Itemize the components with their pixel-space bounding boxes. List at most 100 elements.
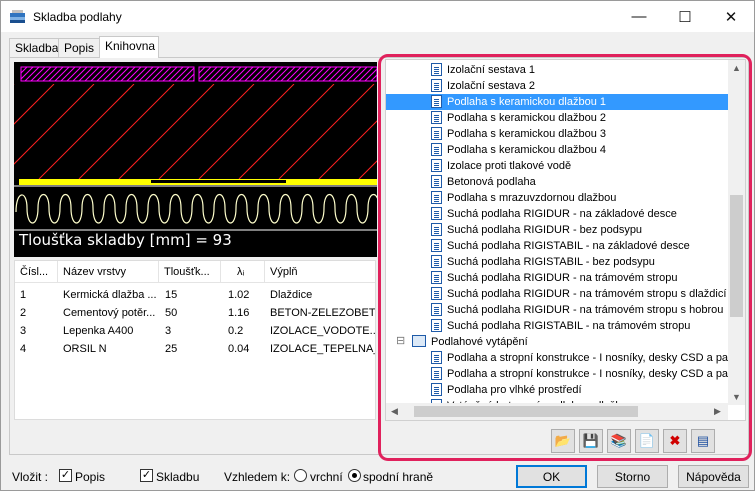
- bottom-edge-radio[interactable]: [348, 469, 361, 482]
- tab-popis[interactable]: Popis: [58, 38, 100, 57]
- tree-item-label: Izolační sestava 2: [447, 80, 536, 92]
- cell-fill: Dlaždice: [270, 289, 313, 301]
- collapse-toggle-icon[interactable]: ⊟: [396, 334, 405, 347]
- cell-lambda: 0.04: [228, 343, 250, 355]
- document-icon: [431, 159, 442, 172]
- scroll-left-icon[interactable]: ◀: [391, 406, 398, 417]
- document-icon: [431, 175, 442, 188]
- tree-item-label: Podlaha a stropní konstrukce - I nosníky…: [447, 368, 732, 380]
- save-button[interactable]: 💾: [579, 429, 603, 453]
- save-icon: 💾: [582, 433, 600, 448]
- tree-vertical-scrollbar[interactable]: ▲ ▼: [728, 60, 745, 405]
- new-document-button[interactable]: 📄: [635, 429, 659, 453]
- cell-number: 2: [20, 307, 27, 319]
- cell-lambda: 1.16: [228, 307, 250, 319]
- new-document-icon: 📄: [638, 433, 656, 448]
- ok-button[interactable]: OK: [516, 465, 587, 488]
- app-icon: [10, 10, 25, 23]
- concrete-layer: [14, 84, 377, 179]
- tree-horizontal-scrollbar[interactable]: ◀ ▶: [386, 403, 728, 420]
- column-header-fill[interactable]: Výplň: [265, 261, 375, 283]
- scroll-up-icon[interactable]: ▲: [732, 63, 741, 73]
- document-icon: [431, 79, 442, 92]
- close-button[interactable]: ✕: [708, 1, 754, 32]
- tree-item[interactable]: Podlaha s keramickou dlažbou 1: [386, 94, 728, 110]
- scroll-right-icon[interactable]: ▶: [714, 406, 721, 417]
- floor-composition-dialog: Skladba podlahy — ☐ ✕ Skladba Popis Knih…: [0, 0, 755, 491]
- document-icon: [431, 207, 442, 220]
- properties-icon: ▤: [696, 433, 710, 448]
- skladbu-checkbox-label[interactable]: Skladbu: [156, 470, 199, 484]
- library-button[interactable]: 📚: [607, 429, 631, 453]
- document-icon: [431, 271, 442, 284]
- library-icon: 📚: [610, 433, 628, 448]
- tree-item-label: Podlaha pro vlhké prostředí: [447, 384, 582, 396]
- column-header-number[interactable]: Čísl...: [15, 261, 58, 283]
- cell-fill: BETON-ZELEZOBET...: [270, 307, 376, 319]
- tree-item-label: Izolace proti tlakové vodě: [447, 160, 572, 172]
- document-icon: [431, 303, 442, 316]
- document-icon: [431, 351, 442, 364]
- document-icon: [431, 223, 442, 236]
- tab-skladba[interactable]: Skladba: [9, 38, 59, 57]
- bottom-edge-label[interactable]: spodní hraně: [363, 470, 433, 484]
- column-header-lambda[interactable]: λᵢ: [221, 261, 265, 283]
- open-folder-button[interactable]: 📂: [551, 429, 575, 453]
- delete-icon: ✖: [669, 433, 681, 448]
- table-row[interactable]: 3 Lepenka A400 3 0.2 IZOLACE_VODOTE...: [15, 324, 376, 340]
- tree-item-label: Podlaha s keramickou dlažbou 2: [447, 112, 606, 124]
- cell-layer-name: Cementový potěr...: [63, 307, 156, 319]
- cell-fill: IZOLACE_VODOTE...: [270, 325, 376, 337]
- delete-button[interactable]: ✖: [663, 429, 687, 453]
- tree-item-label: Suchá podlaha RIGIDUR - bez podsypu: [447, 224, 643, 236]
- tree-item-label: Podlaha a stropní konstrukce - I nosníky…: [447, 352, 732, 364]
- library-tree[interactable]: Izolační sestava 1 Izolační sestava 2 Podl…: [385, 59, 746, 421]
- table-row[interactable]: 1 Kermická dlažba ... 15 1.02 Dlaždice: [15, 288, 375, 304]
- cell-number: 3: [20, 325, 27, 337]
- popis-checkbox[interactable]: ✓: [59, 469, 72, 482]
- book-folder-icon: [412, 335, 426, 347]
- tree-item-label: Suchá podlaha RIGISTABIL - na základové …: [447, 240, 690, 252]
- cancel-button[interactable]: Storno: [597, 465, 668, 488]
- tree-item-label: Suchá podlaha RIGIDUR - na základové des…: [447, 208, 677, 220]
- top-edge-radio[interactable]: [294, 469, 307, 482]
- insulation-layer: [15, 193, 377, 224]
- membrane-layer: [19, 179, 377, 185]
- popis-checkbox-label[interactable]: Popis: [75, 470, 105, 484]
- tree-item-label: Suchá podlaha RIGISTABIL - na trámovém s…: [447, 320, 691, 332]
- cell-number: 4: [20, 343, 27, 355]
- tab-knihovna[interactable]: Knihovna: [99, 36, 159, 58]
- properties-button[interactable]: ▤: [691, 429, 715, 453]
- document-icon: [431, 127, 442, 140]
- document-icon: [431, 255, 442, 268]
- maximize-button[interactable]: ☐: [662, 1, 708, 32]
- skladbu-checkbox[interactable]: ✓: [140, 469, 153, 482]
- tree-item-label: Suchá podlaha RIGISTABIL - bez podsypu: [447, 256, 655, 268]
- table-row[interactable]: 2 Cementový potěr... 50 1.16 BETON-ZELEZ…: [15, 306, 376, 322]
- document-icon: [431, 319, 442, 332]
- table-row[interactable]: 4 ORSIL N 25 0.04 IZOLACE_TEPELNA_U: [15, 342, 375, 358]
- tree-item-label: Betonová podlaha: [447, 176, 536, 188]
- column-header-thickness[interactable]: Tloušťk...: [159, 261, 221, 283]
- tree-item-label: Podlaha s keramickou dlažbou 4: [447, 144, 606, 156]
- cell-layer-name: Lepenka A400: [63, 325, 134, 337]
- document-icon: [431, 143, 442, 156]
- column-header-layer-name[interactable]: Název vrstvy: [58, 261, 159, 283]
- tree-item-label: Izolační sestava 1: [447, 64, 536, 76]
- horizontal-scroll-thumb[interactable]: [414, 406, 638, 417]
- document-icon: [431, 95, 442, 108]
- window-title: Skladba podlahy: [33, 10, 122, 24]
- cell-thickness: 15: [165, 289, 178, 301]
- document-icon: [431, 111, 442, 124]
- tile-layer: [20, 66, 377, 82]
- scroll-down-icon[interactable]: ▼: [732, 392, 741, 402]
- minimize-button[interactable]: —: [616, 1, 662, 32]
- vertical-scroll-thumb[interactable]: [730, 195, 743, 317]
- help-button[interactable]: Nápověda: [678, 465, 749, 488]
- composition-preview: Tloušťka skladby [mm] = 93: [14, 62, 377, 257]
- thickness-label: Tloušťka skladby [mm] = 93: [19, 231, 232, 249]
- cell-thickness: 3: [165, 325, 172, 337]
- top-edge-label[interactable]: vrchní: [310, 470, 343, 484]
- tree-item-label: Suchá podlaha RIGIDUR - na trámovém stro…: [447, 272, 678, 284]
- layers-table: Čísl... Název vrstvy Tloušťk... λᵢ Výplň…: [14, 260, 376, 420]
